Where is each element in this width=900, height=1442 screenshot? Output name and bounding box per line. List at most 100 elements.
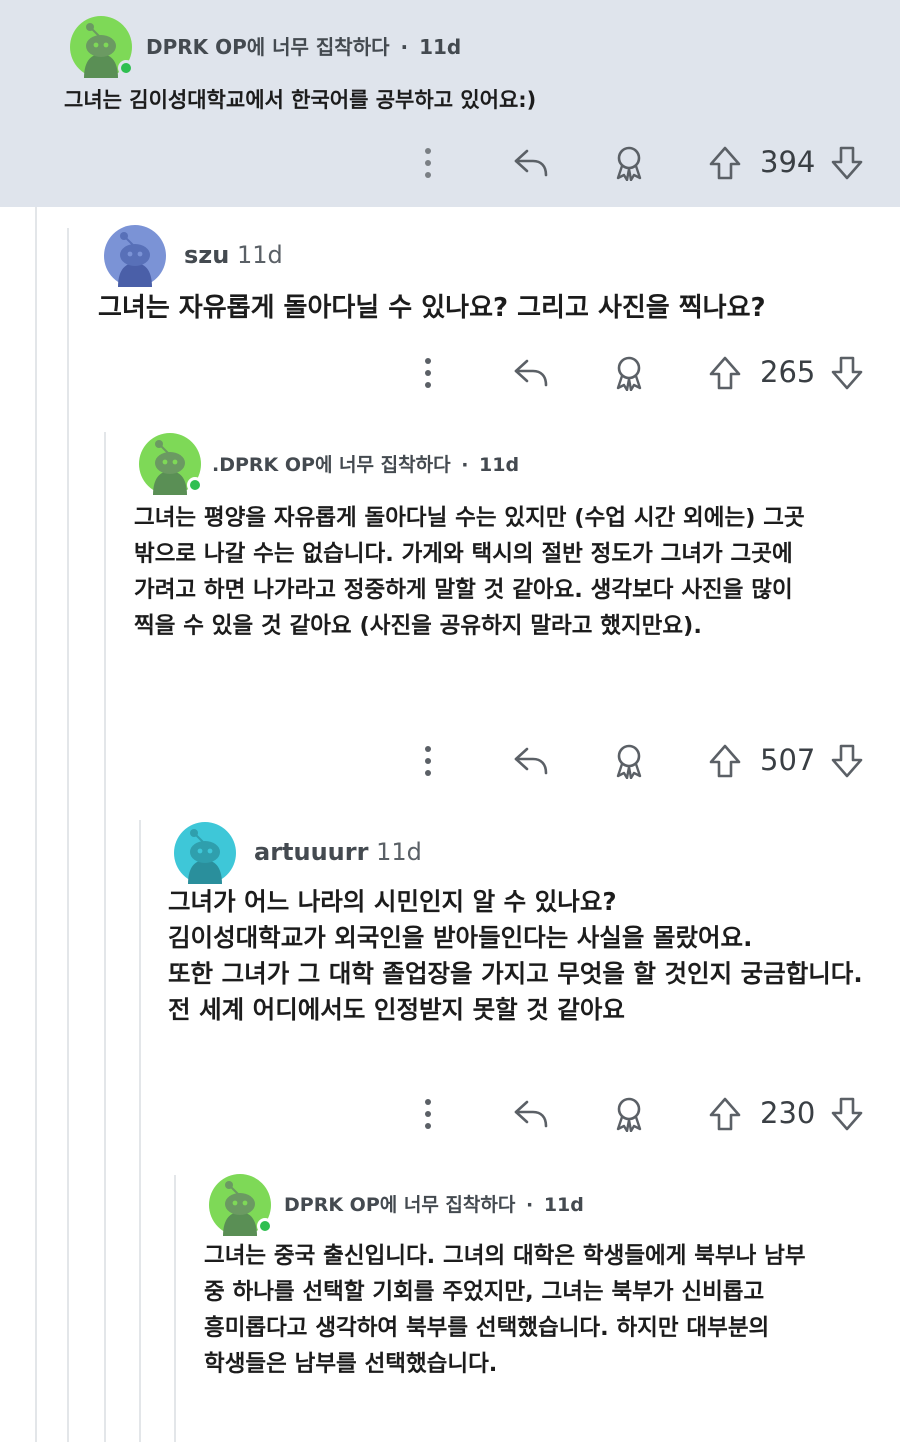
- separator: ·: [525, 1194, 534, 1216]
- timestamp: 11d: [479, 454, 520, 476]
- reply-icon: [514, 149, 548, 177]
- thread-line[interactable]: [174, 1175, 176, 1442]
- comment-text: 밖으로 나갈 수는 없습니다. 가게와 택시의 절반 정도가 그녀가 그곳에: [134, 541, 793, 567]
- avatar[interactable]: [209, 1174, 273, 1236]
- downvote-icon: [831, 356, 863, 390]
- reply-icon: [514, 359, 548, 387]
- separator: ·: [461, 454, 469, 476]
- award-icon: [616, 744, 642, 779]
- comment-body: 그녀는 중국 출신입니다. 그녀의 대학은 학생들에게 북부나 남부 중 하나를…: [204, 1238, 806, 1382]
- online-status-icon: [257, 1218, 273, 1234]
- more-button[interactable]: [413, 1092, 443, 1136]
- award-button[interactable]: [607, 141, 651, 185]
- comment-meta: artuuurr 11d: [254, 838, 422, 866]
- online-status-icon: [118, 60, 134, 76]
- avatar[interactable]: [104, 225, 166, 287]
- username[interactable]: DPRK OP에 너무 집착하다: [284, 1194, 515, 1216]
- comment-body: 그녀는 자유롭게 돌아다닐 수 있나요? 그리고 사진을 찍나요?: [98, 290, 766, 326]
- comment-actions: 507: [405, 739, 865, 783]
- username[interactable]: .DPRK OP에 너무 집착하다: [212, 454, 451, 476]
- more-icon: [425, 148, 431, 178]
- vote-score: 394: [760, 145, 816, 179]
- comment-actions: 394: [405, 141, 865, 185]
- award-icon: [616, 1097, 642, 1132]
- comment-meta: szu 11d: [184, 241, 283, 269]
- more-button[interactable]: [413, 351, 443, 395]
- online-status-icon: [187, 477, 203, 493]
- reply-button[interactable]: [509, 1092, 553, 1136]
- award-icon: [616, 146, 642, 181]
- upvote-icon: [709, 744, 741, 778]
- avatar[interactable]: [70, 16, 134, 78]
- downvote-icon: [831, 146, 863, 180]
- downvote-button[interactable]: [827, 1092, 867, 1136]
- timestamp: 11d: [543, 1194, 584, 1216]
- upvote-button[interactable]: [705, 739, 745, 783]
- downvote-icon: [831, 1097, 863, 1131]
- downvote-button[interactable]: [827, 351, 867, 395]
- downvote-icon: [831, 744, 863, 778]
- comment-text: 흥미롭다고 생각하여 북부를 선택했습니다. 하지만 대부분의: [204, 1315, 770, 1341]
- upvote-icon: [709, 146, 741, 180]
- reply-button[interactable]: [509, 141, 553, 185]
- more-button[interactable]: [413, 141, 443, 185]
- comment-text: 그녀가 어느 나라의 시민인지 알 수 있나요?: [168, 887, 617, 916]
- upvote-button[interactable]: [705, 1092, 745, 1136]
- comment-text: 찍을 수 있을 것 같아요 (사진을 공유하지 말라고 했지만요).: [134, 613, 702, 639]
- timestamp: 11d: [419, 35, 462, 59]
- avatar[interactable]: [139, 433, 203, 495]
- reply-button[interactable]: [509, 739, 553, 783]
- username[interactable]: DPRK OP에 너무 집착하다: [146, 35, 390, 59]
- reply-button[interactable]: [509, 351, 553, 395]
- award-button[interactable]: [607, 739, 651, 783]
- thread-line[interactable]: [35, 207, 37, 1442]
- comment-text: 그녀는 김이성대학교에서 한국어를 공부하고 있어요:): [64, 88, 537, 112]
- comment-meta: .DPRK OP에 너무 집착하다 · 11d: [212, 450, 519, 477]
- thread-line[interactable]: [67, 228, 69, 1442]
- vote-score: 265: [760, 355, 816, 389]
- more-button[interactable]: [413, 739, 443, 783]
- thread-line[interactable]: [139, 820, 141, 1442]
- comment-body: 그녀는 김이성대학교에서 한국어를 공부하고 있어요:): [64, 82, 536, 118]
- reply-icon: [514, 747, 548, 775]
- vote-score: 507: [760, 743, 816, 777]
- snoo-avatar-icon: [104, 225, 166, 287]
- reply-icon: [514, 1100, 548, 1128]
- comment-body: 그녀는 평양을 자유롭게 돌아다닐 수는 있지만 (수업 시간 외에는) 그곳 …: [134, 500, 805, 644]
- comment-body: 그녀가 어느 나라의 시민인지 알 수 있나요? 김이성대학교가 외국인을 받아…: [168, 884, 863, 1028]
- downvote-button[interactable]: [827, 739, 867, 783]
- more-icon: [425, 746, 431, 776]
- timestamp: 11d: [376, 838, 422, 866]
- comment-text: 또한 그녀가 그 대학 졸업장을 가지고 무엇을 할 것인지 궁금합니다.: [168, 959, 863, 988]
- avatar[interactable]: [174, 822, 236, 884]
- timestamp: 11d: [236, 241, 283, 269]
- comment-meta: DPRK OP에 너무 집착하다 · 11d: [146, 31, 461, 60]
- upvote-icon: [709, 1097, 741, 1131]
- comment-text: 학생들은 남부를 선택했습니다.: [204, 1351, 498, 1377]
- comment-meta: DPRK OP에 너무 집착하다 · 11d: [284, 1190, 584, 1217]
- more-icon: [425, 1099, 431, 1129]
- award-button[interactable]: [607, 351, 651, 395]
- comment-text: 가려고 하면 나가라고 정중하게 말할 것 같아요. 생각보다 사진을 많이: [134, 577, 793, 603]
- comment-text: 중 하나를 선택할 기회를 주었지만, 그녀는 북부가 신비롭고: [204, 1279, 765, 1305]
- username[interactable]: artuuurr: [254, 838, 368, 866]
- comment-text: 김이성대학교가 외국인을 받아들인다는 사실을 몰랐어요.: [168, 923, 753, 952]
- separator: ·: [400, 35, 409, 59]
- comment-text: 그녀는 자유롭게 돌아다닐 수 있나요? 그리고 사진을 찍나요?: [98, 293, 766, 323]
- upvote-icon: [709, 356, 741, 390]
- username[interactable]: szu: [184, 241, 229, 269]
- vote-score: 230: [760, 1096, 816, 1130]
- more-icon: [425, 358, 431, 388]
- comment-actions: 265: [405, 351, 865, 395]
- thread-line[interactable]: [104, 432, 106, 1442]
- award-icon: [616, 356, 642, 391]
- comment-text: 그녀는 중국 출신입니다. 그녀의 대학은 학생들에게 북부나 남부: [204, 1243, 806, 1269]
- downvote-button[interactable]: [827, 141, 867, 185]
- upvote-button[interactable]: [705, 351, 745, 395]
- snoo-avatar-icon: [174, 822, 236, 884]
- upvote-button[interactable]: [705, 141, 745, 185]
- comment-thread: DPRK OP에 너무 집착하다 · 11d 그녀는 김이성대학교에서 한국어를…: [0, 0, 900, 1442]
- comment-text: 그녀는 평양을 자유롭게 돌아다닐 수는 있지만 (수업 시간 외에는) 그곳: [134, 505, 805, 531]
- comment-text: 전 세계 어디에서도 인정받지 못할 것 같아요: [168, 995, 625, 1024]
- award-button[interactable]: [607, 1092, 651, 1136]
